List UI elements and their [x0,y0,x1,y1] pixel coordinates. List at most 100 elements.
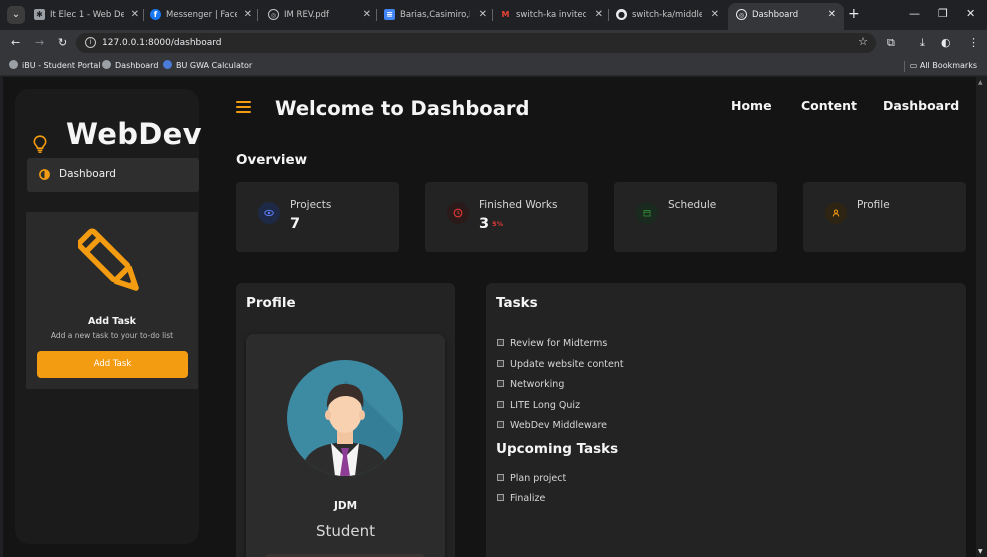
upcoming-tasks-heading: Upcoming Tasks [496,441,619,457]
task-checkbox[interactable] [497,401,504,408]
task-checkbox[interactable] [497,380,504,387]
task-label: Plan project [510,473,567,484]
bookmark-dashboard[interactable]: Dashboard [102,59,158,73]
menu-kebab-icon[interactable]: ⋮ [968,35,979,51]
card-value-wrap: 3 5% [479,216,503,232]
profile-heading: Profile [246,295,296,311]
tab-title: IM REV.pdf [284,10,330,20]
task-label: WebDev Middleware [510,420,608,431]
new-tab-button[interactable]: + [848,5,860,23]
task-label: LITE Long Quiz [510,400,581,411]
task-checkbox[interactable] [497,360,504,367]
task-checkbox[interactable] [497,339,504,346]
download-icon[interactable]: ⤓ [920,35,925,51]
overview-card-projects[interactable]: Projects 7 [236,182,399,252]
scroll-down-icon[interactable]: ▼ [978,548,983,555]
clock-icon [447,202,469,224]
tab-strip: ⌄ ✱ It Elec 1 - Web Devel ✕ f Messenger … [0,0,987,30]
tab-messenger[interactable]: f Messenger | Facebook ✕ [150,4,255,26]
card-label: Profile [857,199,890,211]
tab-im-rev[interactable]: ◎ IM REV.pdf ✕ [268,4,374,26]
tab-search-button[interactable]: ⌄ [7,6,25,24]
close-icon[interactable]: ✕ [479,4,487,26]
tab-divider [492,9,493,21]
list-item[interactable]: Plan project [497,473,566,484]
nav-home-link[interactable]: Home [731,98,772,113]
portal-icon: ✱ [34,9,45,20]
profile-card: JDM Student [246,334,445,557]
sidebar-item-label: Dashboard [59,168,116,180]
bookmark-label: BU GWA Calculator [176,61,253,70]
add-task-card: Add Task Add a new task to your to-do li… [26,212,198,389]
task-checkbox[interactable] [497,494,504,501]
tab-docs[interactable]: ≡ Barias,Casimiro,Daya... ✕ [384,4,490,26]
contrast-icon [39,169,50,180]
list-item[interactable]: WebDev Middleware [497,420,607,431]
close-window-icon[interactable]: ✕ [966,5,975,23]
list-item[interactable]: Update website content [497,359,624,370]
close-icon[interactable]: ✕ [244,4,252,26]
task-label: Update website content [510,359,624,370]
browser-toolbar: ← → ↻ i 127.0.0.1:8000/dashboard ☆ ⧉ ⤓ ◐… [0,30,987,56]
close-icon[interactable]: ✕ [595,4,603,26]
address-bar[interactable]: i 127.0.0.1:8000/dashboard ☆ [76,33,876,53]
back-icon[interactable]: ← [11,34,20,52]
overview-card-profile[interactable]: Profile [803,182,966,252]
site-info-icon[interactable]: i [85,37,96,48]
lightbulb-icon [33,135,47,153]
profile-name: JDM [333,500,358,512]
facebook-icon: f [150,9,161,20]
all-bookmarks-button[interactable]: ▭ All Bookmarks [910,59,977,73]
list-item[interactable]: Finalize [497,493,545,504]
card-value: 7 [290,216,301,232]
sidebar-item-dashboard[interactable]: Dashboard [27,158,199,192]
calendar-icon [636,202,658,224]
hamburger-menu-icon[interactable] [236,101,251,113]
extensions-icon[interactable]: ⧉ [887,35,895,51]
tab-title: Messenger | Facebook [166,10,237,20]
nav-content-link[interactable]: Content [801,98,857,113]
nav-dashboard-link[interactable]: Dashboard [883,98,959,113]
minimize-icon[interactable]: — [909,5,920,23]
close-icon[interactable]: ✕ [363,4,371,26]
globe-icon: ◎ [736,9,747,20]
close-icon[interactable]: ✕ [131,4,139,26]
restore-icon[interactable]: ❐ [938,5,948,23]
tab-divider [257,9,258,21]
calculator-icon [163,60,172,69]
pencil-icon [78,228,139,291]
overview-card-schedule[interactable]: Schedule [614,182,777,252]
tab-divider [143,9,144,21]
docs-icon: ≡ [384,9,395,20]
close-icon[interactable]: ✕ [828,4,836,26]
tab-dashboard[interactable]: ◎ Dashboard ✕ [728,3,844,30]
task-checkbox[interactable] [497,474,504,481]
overview-card-finished-works[interactable]: Finished Works 3 5% [425,182,588,252]
card-percent: 5% [492,220,504,228]
list-item[interactable]: LITE Long Quiz [497,400,580,411]
tab-it-elec[interactable]: ✱ It Elec 1 - Web Devel ✕ [34,4,142,26]
close-icon[interactable]: ✕ [711,4,719,26]
tab-gmail[interactable]: M switch-ka invited you ✕ [500,4,606,26]
url-text[interactable]: 127.0.0.1:8000/dashboard [102,36,222,50]
add-task-button[interactable]: Add Task [37,351,188,378]
reload-icon[interactable]: ↻ [58,34,67,52]
forward-icon[interactable]: → [35,34,44,52]
card-value: 3 [479,216,490,232]
profile-avatar-icon[interactable]: ◐ [941,35,951,51]
scroll-up-icon[interactable]: ▲ [978,79,983,86]
github-icon: ● [616,9,627,20]
list-item[interactable]: Review for Midterms [497,338,607,349]
add-task-title: Add Task [88,316,136,327]
tab-github[interactable]: ● switch-ka/middlewar ✕ [616,4,722,26]
tab-title: It Elec 1 - Web Devel [50,10,124,20]
sidebar: WebDev Dashboard Add Task Add a new task… [15,89,202,544]
task-checkbox[interactable] [497,421,504,428]
bookmark-star-icon[interactable]: ☆ [858,35,868,48]
page-scrollbar[interactable]: ▲ ▼ [976,77,987,557]
bookmark-label: Dashboard [115,61,159,70]
bookmark-ibu[interactable]: iBU - Student Portal [9,59,101,73]
list-item[interactable]: Networking [497,379,564,390]
bookmark-gwa[interactable]: BU GWA Calculator [163,59,252,73]
avatar [287,360,403,476]
